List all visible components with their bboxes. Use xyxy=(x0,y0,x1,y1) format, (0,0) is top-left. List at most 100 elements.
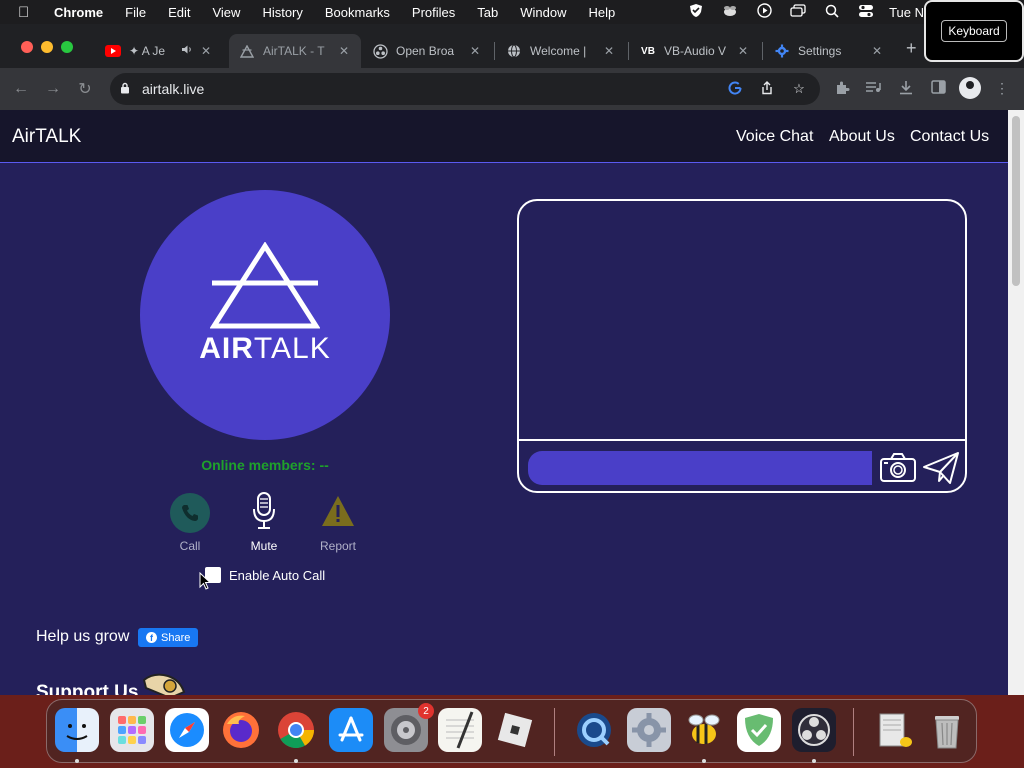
download-icon[interactable] xyxy=(896,80,916,98)
profile-avatar[interactable] xyxy=(959,77,981,99)
facebook-share-button[interactable]: f Share xyxy=(138,628,199,647)
launchpad-icon[interactable] xyxy=(110,708,154,752)
keyboard-overlay-label: Keyboard xyxy=(941,20,1007,42)
reload-icon[interactable]: ↻ xyxy=(74,79,96,99)
bee-icon[interactable] xyxy=(720,4,740,21)
nav-contact-us[interactable]: Contact Us xyxy=(910,128,989,146)
menu-history[interactable]: History xyxy=(262,5,302,20)
phone-icon xyxy=(170,493,210,533)
page-scrollbar[interactable] xyxy=(1008,110,1024,695)
menubar-clock[interactable]: Tue N xyxy=(889,5,924,20)
tab-separator xyxy=(762,42,763,60)
windows-icon[interactable] xyxy=(788,3,808,21)
menu-profiles[interactable]: Profiles xyxy=(412,5,455,20)
close-tab-icon[interactable]: ✕ xyxy=(736,44,750,58)
app-store-icon[interactable] xyxy=(329,708,373,752)
facebook-icon: f xyxy=(146,632,157,643)
support-illustration-icon xyxy=(140,670,188,695)
back-icon[interactable]: ← xyxy=(10,80,32,98)
menu-view[interactable]: View xyxy=(212,5,240,20)
obs-icon[interactable] xyxy=(792,708,836,752)
airtalk-logo-triangle-icon xyxy=(210,242,320,329)
quicktime-icon[interactable] xyxy=(572,708,616,752)
report-button[interactable]: Report xyxy=(308,493,368,553)
close-window-button[interactable] xyxy=(21,41,33,53)
mouse-cursor-icon xyxy=(199,571,212,595)
tab-separator xyxy=(494,42,495,60)
nav-voice-chat[interactable]: Voice Chat xyxy=(736,128,813,146)
camera-icon[interactable] xyxy=(879,451,917,490)
scrollbar-thumb[interactable] xyxy=(1012,116,1020,286)
google-icon[interactable] xyxy=(724,81,746,98)
play-icon[interactable] xyxy=(754,3,774,21)
nav-about-us[interactable]: About Us xyxy=(829,128,895,146)
call-label: Call xyxy=(179,539,201,553)
trash-icon[interactable] xyxy=(925,708,969,752)
minimize-window-button[interactable] xyxy=(41,41,53,53)
chrome-icon[interactable] xyxy=(274,708,318,752)
site-brand[interactable]: AirTALK xyxy=(12,126,81,148)
forward-icon[interactable]: → xyxy=(42,80,64,98)
menu-bookmarks[interactable]: Bookmarks xyxy=(325,5,390,20)
tab-separator xyxy=(628,42,629,60)
menu-tab[interactable]: Tab xyxy=(477,5,498,20)
extensions-icon[interactable] xyxy=(832,80,852,98)
search-icon[interactable] xyxy=(822,4,842,21)
bee-app-icon[interactable] xyxy=(682,708,726,752)
bookmark-star-icon[interactable]: ☆ xyxy=(788,81,810,97)
tab-settings[interactable]: Settings ✕ xyxy=(764,34,894,68)
close-tab-icon[interactable]: ✕ xyxy=(870,44,884,58)
menu-file[interactable]: File xyxy=(125,5,146,20)
share-label: Share xyxy=(161,631,191,644)
auto-call-label[interactable]: Enable Auto Call xyxy=(229,568,325,583)
apple-icon[interactable]:  xyxy=(18,4,38,21)
tab-youtube[interactable]: ✦ A Je ✕ xyxy=(95,34,223,68)
url-text[interactable]: airtalk.live xyxy=(142,81,724,97)
roblox-icon[interactable] xyxy=(493,708,537,752)
control-center-icon[interactable] xyxy=(856,4,876,21)
zoom-window-button[interactable] xyxy=(61,41,73,53)
new-tab-icon[interactable]: + xyxy=(906,38,917,59)
tab-airtalk[interactable]: AirTALK - T ✕ xyxy=(229,34,361,68)
close-tab-icon[interactable]: ✕ xyxy=(602,44,616,58)
close-tab-icon[interactable]: ✕ xyxy=(337,44,351,58)
menu-help[interactable]: Help xyxy=(589,5,616,20)
running-indicator xyxy=(75,759,79,763)
menu-app-chrome[interactable]: Chrome xyxy=(54,5,103,20)
call-button[interactable]: Call xyxy=(160,493,220,553)
tab-vb-audio[interactable]: VB VB-Audio V ✕ xyxy=(630,34,760,68)
menu-edit[interactable]: Edit xyxy=(168,5,190,20)
tab-welcome[interactable]: Welcome | ✕ xyxy=(496,34,626,68)
keyboard-overlay-badge: Keyboard xyxy=(924,0,1024,62)
warning-icon xyxy=(320,494,356,533)
adguard-icon[interactable] xyxy=(737,708,781,752)
close-tab-icon[interactable]: ✕ xyxy=(199,44,213,58)
scanner-icon[interactable] xyxy=(872,708,916,752)
send-icon[interactable] xyxy=(922,451,960,490)
side-panel-icon[interactable] xyxy=(928,80,948,97)
speaker-icon[interactable] xyxy=(181,44,193,58)
enable-auto-call[interactable]: Enable Auto Call xyxy=(205,567,325,583)
macos-dock xyxy=(46,699,977,763)
menu-window[interactable]: Window xyxy=(520,5,566,20)
gear-app-icon[interactable] xyxy=(627,708,671,752)
shield-icon[interactable] xyxy=(686,3,706,21)
firefox-icon[interactable] xyxy=(219,708,263,752)
running-indicator xyxy=(702,759,706,763)
share-icon[interactable] xyxy=(756,80,778,98)
finder-icon[interactable] xyxy=(55,708,99,752)
address-bar[interactable]: airtalk.live ☆ xyxy=(110,73,820,105)
close-tab-icon[interactable]: ✕ xyxy=(468,44,482,58)
textedit-icon[interactable] xyxy=(438,708,482,752)
media-controls-icon[interactable] xyxy=(863,80,883,97)
safari-icon[interactable] xyxy=(165,708,209,752)
mute-button[interactable]: Mute xyxy=(234,491,294,553)
logo-wordmark: AIRTALK xyxy=(140,332,390,366)
more-menu-icon[interactable]: ⋮ xyxy=(992,80,1012,97)
tab-label: Welcome | xyxy=(530,44,587,58)
macos-menu-bar:  Chrome File Edit View History Bookmark… xyxy=(0,0,1024,24)
tab-obs[interactable]: Open Broa ✕ xyxy=(362,34,492,68)
lock-icon[interactable] xyxy=(120,82,134,97)
dock-separator xyxy=(554,708,555,756)
chat-message-input[interactable] xyxy=(528,451,872,485)
